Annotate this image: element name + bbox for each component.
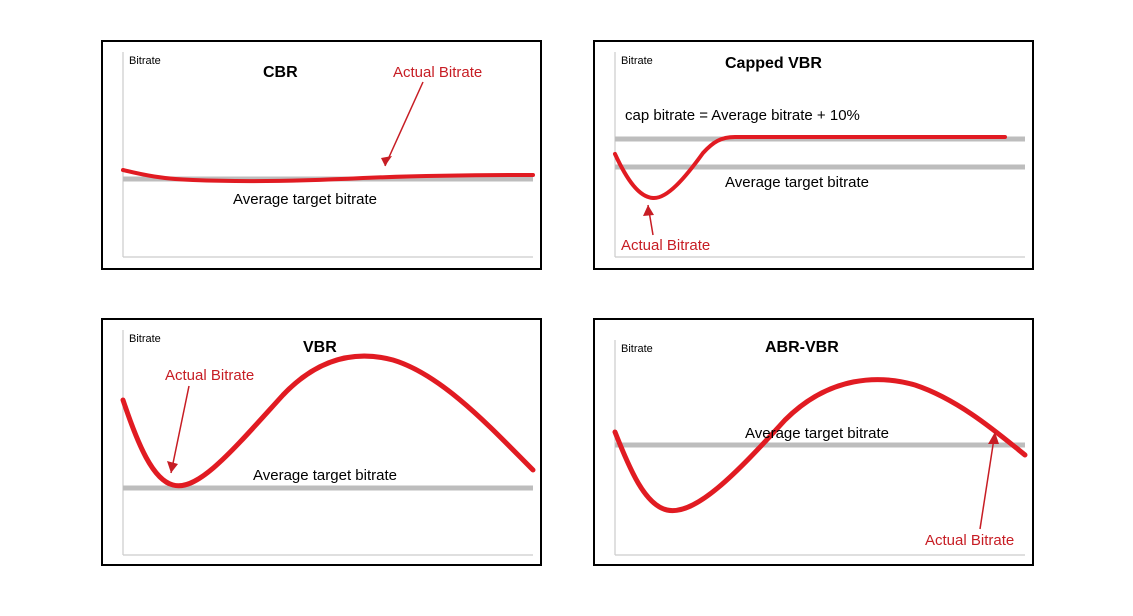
chart-vbr: Bitrate VBR Actual Bitrate Average targe… <box>103 320 544 568</box>
page: Bitrate CBR Actual Bitrate Average targe… <box>0 0 1133 616</box>
chart-title: ABR-VBR <box>765 339 839 356</box>
actual-bitrate-label: Actual Bitrate <box>621 237 710 254</box>
y-axis-label: Bitrate <box>621 55 653 67</box>
panel-capped-vbr: Bitrate Capped VBR cap bitrate = Average… <box>593 40 1034 270</box>
arrow-head-icon <box>643 205 654 216</box>
arrow-line-actual <box>385 82 423 166</box>
arrow-head-icon <box>167 461 178 473</box>
actual-bitrate-label: Actual Bitrate <box>925 532 1014 549</box>
chart-title: CBR <box>263 64 298 81</box>
chart-abr-vbr: Bitrate ABR-VBR Average target bitrate A… <box>595 320 1036 568</box>
actual-bitrate-label: Actual Bitrate <box>165 367 254 384</box>
avg-target-label: Average target bitrate <box>725 174 869 191</box>
panel-vbr: Bitrate VBR Actual Bitrate Average targe… <box>101 318 542 566</box>
arrow-line-actual <box>171 386 189 473</box>
y-axis-label: Bitrate <box>129 333 161 345</box>
chart-capped-vbr: Bitrate Capped VBR cap bitrate = Average… <box>595 42 1036 272</box>
cap-formula-label: cap bitrate = Average bitrate + 10% <box>625 107 860 124</box>
chart-title: VBR <box>303 339 337 356</box>
actual-bitrate-label: Actual Bitrate <box>393 64 482 81</box>
avg-target-label: Average target bitrate <box>253 467 397 484</box>
avg-target-label: Average target bitrate <box>745 425 889 442</box>
panel-cbr: Bitrate CBR Actual Bitrate Average targe… <box>101 40 542 270</box>
y-axis-label: Bitrate <box>621 343 653 355</box>
y-axis-label: Bitrate <box>129 55 161 67</box>
panel-abr-vbr: Bitrate ABR-VBR Average target bitrate A… <box>593 318 1034 566</box>
chart-cbr: Bitrate CBR Actual Bitrate Average targe… <box>103 42 544 272</box>
chart-title: Capped VBR <box>725 55 822 72</box>
avg-target-label: Average target bitrate <box>233 191 377 208</box>
